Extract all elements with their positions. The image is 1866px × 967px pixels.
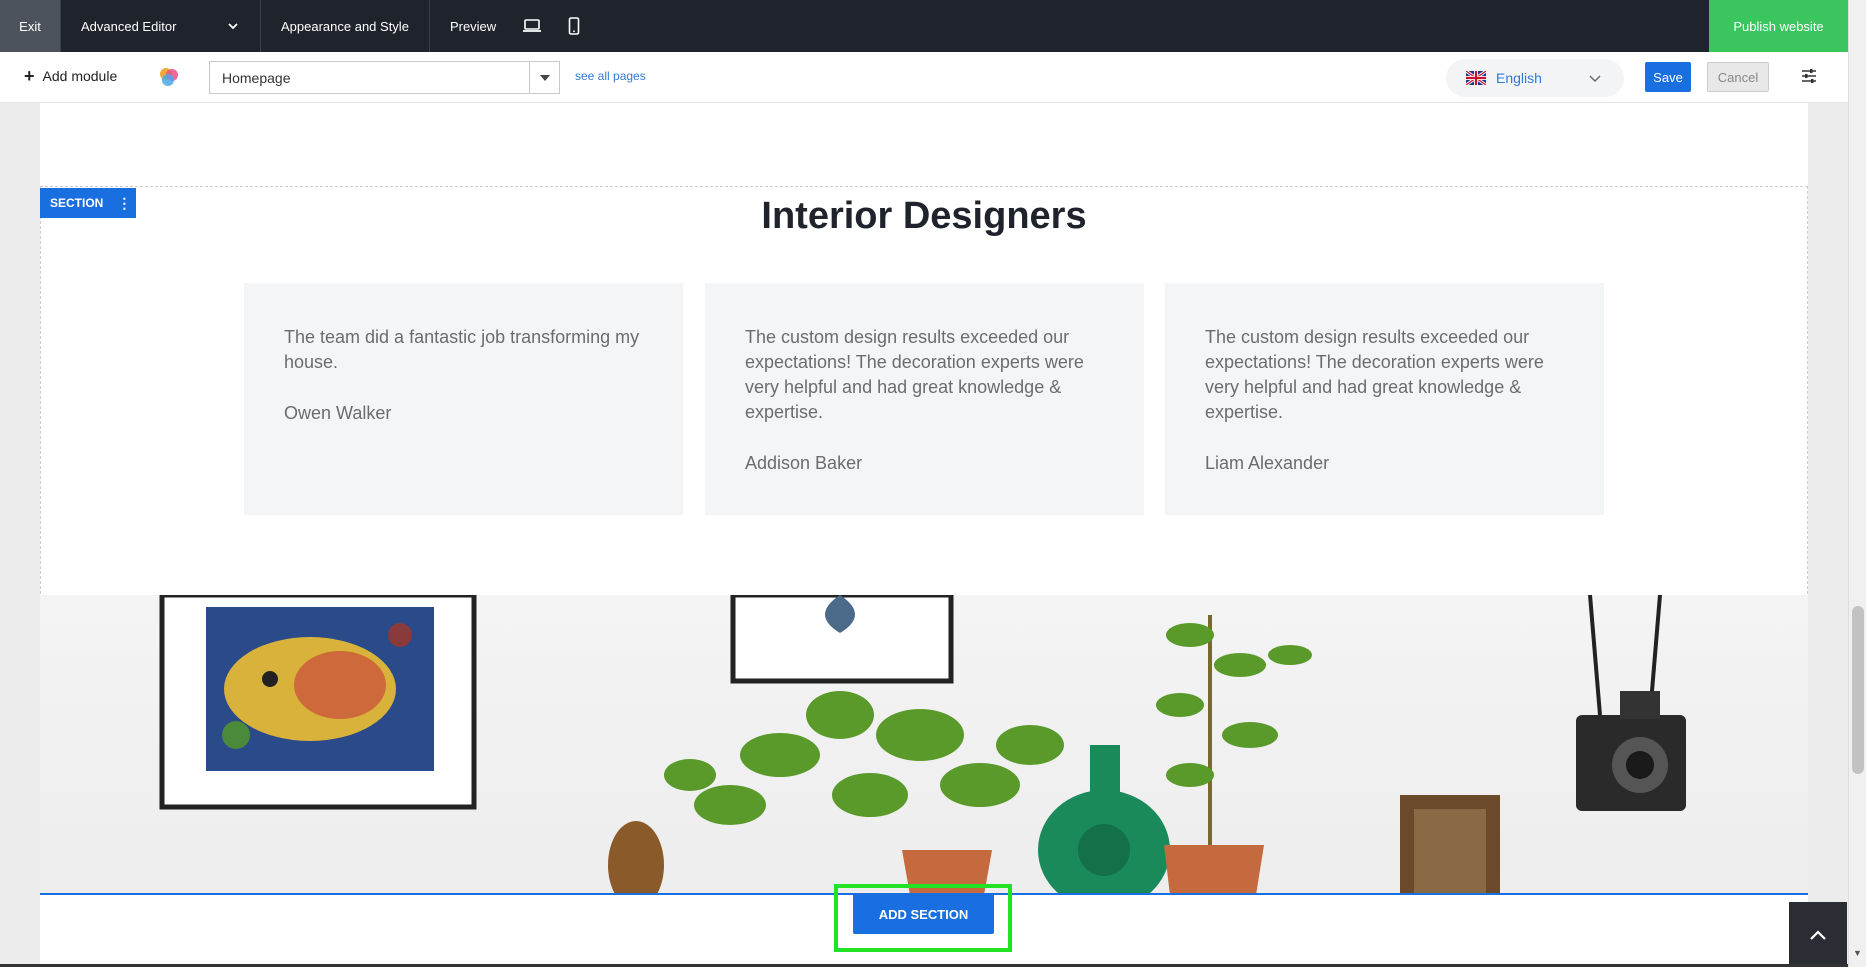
- language-label: English: [1496, 70, 1542, 86]
- exit-button[interactable]: Exit: [0, 0, 61, 52]
- editor-toolbar: + Add module Homepage see all pages Engl…: [0, 52, 1848, 103]
- see-all-pages-link[interactable]: see all pages: [575, 69, 646, 83]
- chevron-down-icon: [1589, 75, 1601, 82]
- desktop-view-icon[interactable]: [522, 19, 542, 33]
- preview-button[interactable]: Preview: [450, 19, 496, 34]
- advanced-editor-dropdown[interactable]: Advanced Editor: [61, 0, 261, 52]
- language-select[interactable]: English: [1446, 59, 1624, 97]
- scrollbar-thumb[interactable]: [1852, 606, 1864, 774]
- preview-group: Preview: [430, 0, 600, 52]
- page-scrollbar[interactable]: ▼: [1848, 0, 1866, 967]
- color-palette-icon[interactable]: [158, 66, 180, 88]
- scroll-down-arrow-icon[interactable]: ▼: [1853, 948, 1862, 958]
- testimonial-card: The team did a fantastic job transformin…: [244, 283, 683, 515]
- page-select-value: Homepage: [222, 69, 291, 86]
- caret-down-icon[interactable]: [529, 62, 559, 93]
- advanced-editor-label: Advanced Editor: [81, 18, 177, 34]
- top-bar: Exit Advanced Editor Appearance and Styl…: [0, 0, 1848, 52]
- cancel-button[interactable]: Cancel: [1707, 62, 1769, 92]
- chevron-up-icon: [1810, 929, 1826, 940]
- appearance-style-button[interactable]: Appearance and Style: [261, 0, 430, 52]
- more-options-icon[interactable]: ⋮: [117, 195, 131, 212]
- add-module-label: Add module: [42, 68, 118, 84]
- testimonial-author: Liam Alexander: [1205, 453, 1330, 473]
- settings-sliders-icon[interactable]: [1800, 67, 1818, 85]
- testimonial-author: Owen Walker: [284, 403, 392, 423]
- add-module-button[interactable]: + Add module: [24, 66, 118, 86]
- interior-photo: [40, 595, 1808, 895]
- testimonial-text: The custom design results exceeded our e…: [1205, 327, 1544, 422]
- publish-website-button[interactable]: Publish website: [1709, 0, 1848, 52]
- uk-flag-icon: [1466, 71, 1486, 85]
- testimonial-text: The custom design results exceeded our e…: [745, 327, 1084, 422]
- section-heading: Interior Designers: [761, 195, 1087, 237]
- save-button[interactable]: Save: [1645, 62, 1691, 92]
- chevron-down-icon: [228, 23, 238, 30]
- testimonial-author: Addison Baker: [745, 453, 863, 473]
- page-canvas: Interior Designers SECTION ⋮ The team di…: [40, 103, 1808, 967]
- testimonial-text: The team did a fantastic job transformin…: [284, 327, 640, 372]
- add-section-button[interactable]: ADD SECTION: [853, 894, 994, 934]
- testimonial-card: The custom design results exceeded our e…: [705, 283, 1144, 515]
- plus-icon: +: [24, 66, 35, 86]
- section-tag[interactable]: SECTION ⋮: [40, 188, 136, 218]
- testimonial-card: The custom design results exceeded our e…: [1165, 283, 1604, 515]
- scroll-to-top-button[interactable]: [1789, 902, 1847, 967]
- section-tag-label: SECTION: [50, 196, 104, 210]
- page-select[interactable]: Homepage: [209, 61, 560, 94]
- mobile-view-icon[interactable]: [568, 17, 580, 35]
